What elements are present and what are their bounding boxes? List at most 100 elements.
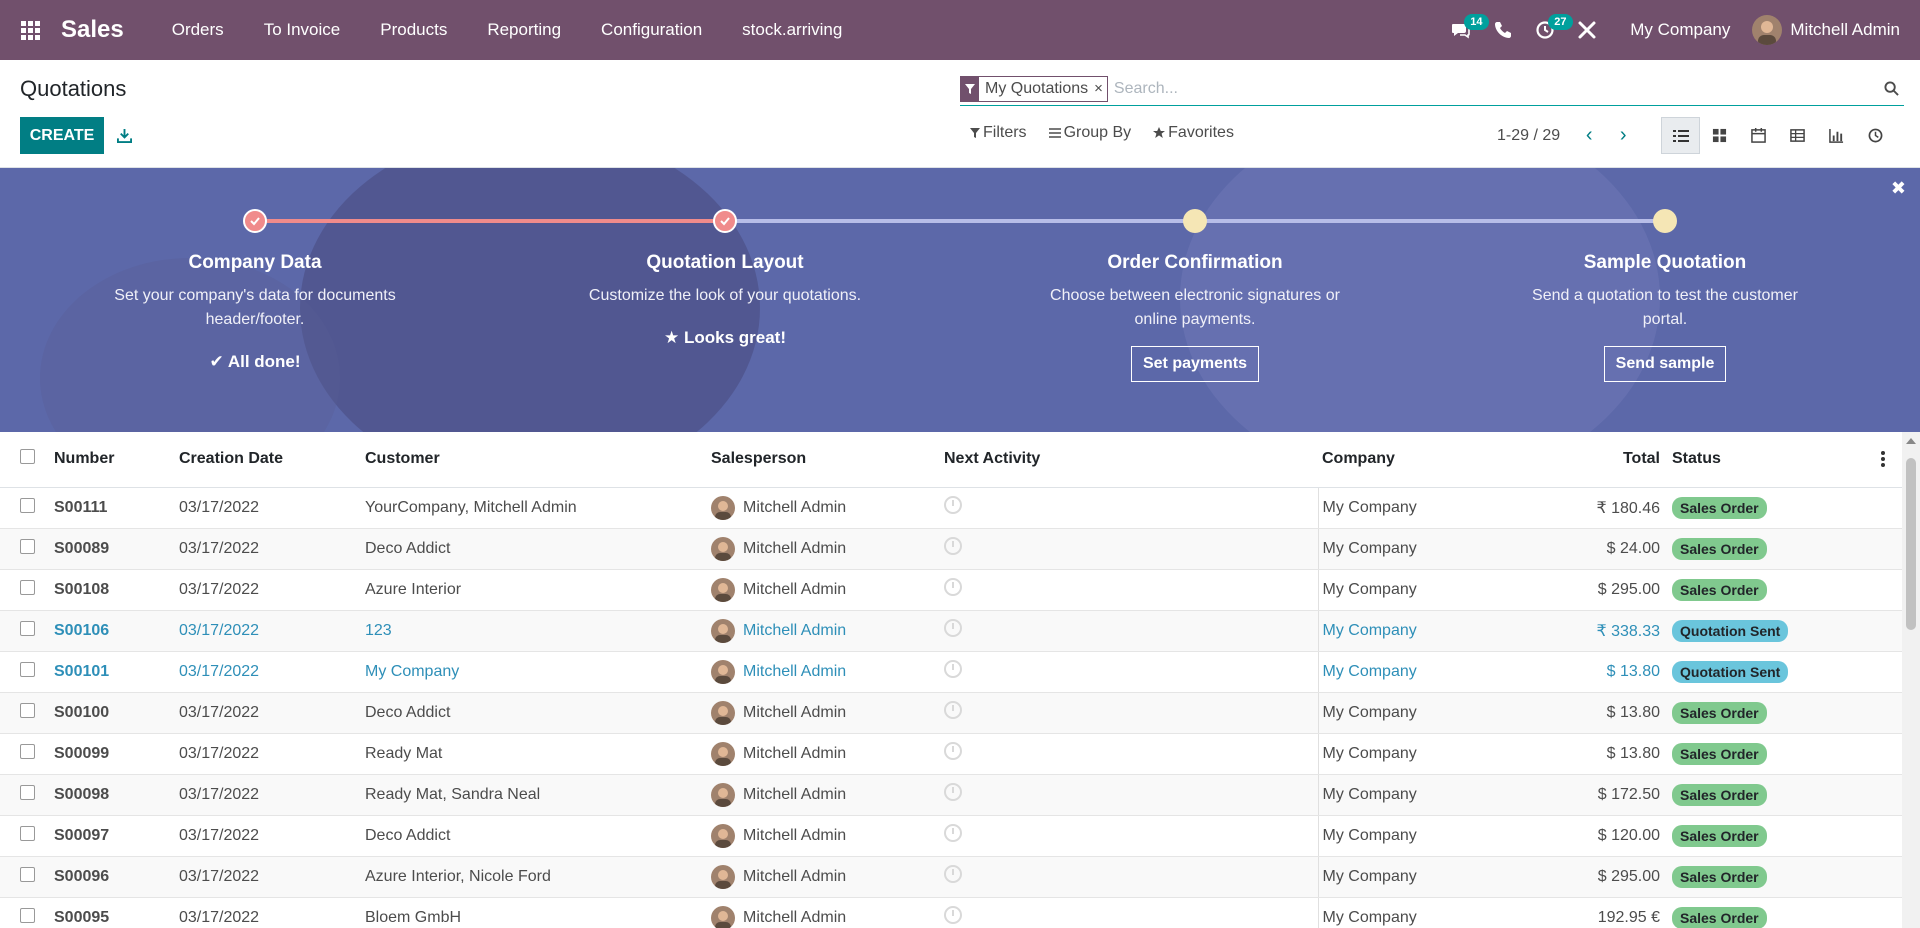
cell-salesperson[interactable]: Mitchell Admin [707, 487, 940, 529]
cell-salesperson[interactable]: Mitchell Admin [707, 692, 940, 734]
cell-next-activity[interactable] [940, 610, 1319, 652]
table-row[interactable]: S00111 03/17/2022 YourCompany, Mitchell … [0, 487, 1902, 529]
cell-customer[interactable]: Deco Addict [361, 692, 707, 734]
pager-value[interactable]: 1-29 / 29 [1497, 127, 1560, 145]
cell-status[interactable]: Sales Order [1664, 733, 1864, 775]
row-checkbox[interactable] [20, 497, 35, 513]
cell-next-activity[interactable] [940, 815, 1319, 857]
cell-number[interactable]: S00096 [50, 856, 175, 898]
download-button[interactable] [112, 123, 136, 147]
cell-company[interactable]: My Company [1318, 610, 1518, 652]
cell-salesperson[interactable]: Mitchell Admin [707, 528, 940, 570]
menu-reporting[interactable]: Reporting [467, 0, 581, 60]
cell-next-activity[interactable] [940, 651, 1319, 693]
cell-company[interactable]: My Company [1318, 815, 1518, 857]
menu-orders[interactable]: Orders [152, 0, 244, 60]
cell-number[interactable]: S00095 [50, 897, 175, 928]
table-row[interactable]: S00108 03/17/2022 Azure Interior Mitchel… [0, 569, 1902, 611]
cell-creation-date[interactable]: 03/17/2022 [175, 610, 361, 652]
cell-total[interactable]: $ 13.80 [1518, 692, 1664, 734]
pager-next-icon[interactable]: › [1606, 124, 1640, 147]
cell-status[interactable]: Sales Order [1664, 897, 1864, 928]
table-row[interactable]: S00095 03/17/2022 Bloem GmbH Mitchell Ad… [0, 897, 1902, 928]
menu-stock-arriving[interactable]: stock.arriving [722, 0, 862, 60]
column-customer[interactable]: Customer [361, 432, 707, 488]
cell-company[interactable]: My Company [1318, 528, 1518, 570]
menu-to-invoice[interactable]: To Invoice [244, 0, 361, 60]
cell-creation-date[interactable]: 03/17/2022 [175, 692, 361, 734]
activity-clock-icon[interactable] [944, 619, 962, 637]
activity-clock-icon[interactable] [944, 783, 962, 801]
pager-previous-icon[interactable]: ‹ [1572, 124, 1606, 147]
table-row[interactable]: S00089 03/17/2022 Deco Addict Mitchell A… [0, 528, 1902, 570]
debug-tools-button[interactable] [1566, 0, 1608, 60]
send-sample-button[interactable]: Send sample [1603, 346, 1727, 382]
activity-clock-icon[interactable] [944, 701, 962, 719]
cell-creation-date[interactable]: 03/17/2022 [175, 733, 361, 775]
cell-number[interactable]: S00089 [50, 528, 175, 570]
table-row[interactable]: S00100 03/17/2022 Deco Addict Mitchell A… [0, 692, 1902, 734]
cell-salesperson[interactable]: Mitchell Admin [707, 569, 940, 611]
cell-customer[interactable]: YourCompany, Mitchell Admin [361, 487, 707, 529]
column-status[interactable]: Status [1664, 432, 1864, 488]
cell-customer[interactable]: Deco Addict [361, 528, 707, 570]
kanban-view-icon[interactable] [1700, 117, 1739, 154]
activity-clock-icon[interactable] [944, 906, 962, 924]
cell-customer[interactable]: Azure Interior [361, 569, 707, 611]
cell-next-activity[interactable] [940, 692, 1319, 734]
row-checkbox[interactable] [20, 620, 35, 636]
activity-view-icon[interactable] [1856, 117, 1895, 154]
cell-company[interactable]: My Company [1318, 897, 1518, 928]
list-view-icon[interactable] [1661, 117, 1700, 154]
cell-salesperson[interactable]: Mitchell Admin [707, 897, 940, 928]
cell-total[interactable]: $ 295.00 [1518, 856, 1664, 898]
cell-total[interactable]: $ 120.00 [1518, 815, 1664, 857]
search-input[interactable] [1113, 75, 1878, 102]
filters-button[interactable]: Filters [970, 124, 1027, 142]
close-banner-icon[interactable]: ✖ [1891, 178, 1906, 199]
cell-customer[interactable]: Deco Addict [361, 815, 707, 857]
cell-next-activity[interactable] [940, 856, 1319, 898]
row-checkbox[interactable] [20, 538, 35, 554]
table-row[interactable]: S00099 03/17/2022 Ready Mat Mitchell Adm… [0, 733, 1902, 775]
cell-status[interactable]: Quotation Sent [1664, 651, 1864, 693]
list-scrollbar[interactable] [1902, 432, 1920, 928]
activity-clock-icon[interactable] [944, 865, 962, 883]
table-row[interactable]: S00096 03/17/2022 Azure Interior, Nicole… [0, 856, 1902, 898]
app-brand[interactable]: Sales [61, 16, 124, 44]
cell-status[interactable]: Sales Order [1664, 569, 1864, 611]
cell-next-activity[interactable] [940, 774, 1319, 816]
cell-number[interactable]: S00100 [50, 692, 175, 734]
cell-status[interactable]: Quotation Sent [1664, 610, 1864, 652]
create-button[interactable]: CREATE [20, 117, 104, 154]
cell-total[interactable]: $ 24.00 [1518, 528, 1664, 570]
row-checkbox[interactable] [20, 702, 35, 718]
cell-status[interactable]: Sales Order [1664, 774, 1864, 816]
table-row[interactable]: S00106 03/17/2022 123 Mitchell Admin My … [0, 610, 1902, 652]
table-row[interactable]: S00101 03/17/2022 My Company Mitchell Ad… [0, 651, 1902, 693]
cell-creation-date[interactable]: 03/17/2022 [175, 487, 361, 529]
column-company[interactable]: Company [1318, 432, 1518, 488]
cell-status[interactable]: Sales Order [1664, 692, 1864, 734]
cell-status[interactable]: Sales Order [1664, 487, 1864, 529]
row-checkbox[interactable] [20, 866, 35, 882]
column-creation-date[interactable]: Creation Date [175, 432, 361, 488]
graph-view-icon[interactable] [1817, 117, 1856, 154]
pivot-view-icon[interactable] [1778, 117, 1817, 154]
cell-company[interactable]: My Company [1318, 692, 1518, 734]
step-title[interactable]: Order Confirmation [1045, 252, 1345, 274]
step-title[interactable]: Sample Quotation [1515, 252, 1815, 274]
row-checkbox[interactable] [20, 825, 35, 841]
cell-number[interactable]: S00098 [50, 774, 175, 816]
cell-next-activity[interactable] [940, 569, 1319, 611]
cell-customer[interactable]: Azure Interior, Nicole Ford [361, 856, 707, 898]
company-switcher[interactable]: My Company [1608, 0, 1752, 60]
user-menu[interactable]: Mitchell Admin [1752, 15, 1920, 45]
cell-creation-date[interactable]: 03/17/2022 [175, 651, 361, 693]
column-salesperson[interactable]: Salesperson [707, 432, 940, 488]
cell-number[interactable]: S00099 [50, 733, 175, 775]
select-all-checkbox[interactable] [20, 449, 35, 465]
search-icon[interactable] [1878, 76, 1904, 102]
cell-company[interactable]: My Company [1318, 569, 1518, 611]
cell-total[interactable]: $ 295.00 [1518, 569, 1664, 611]
